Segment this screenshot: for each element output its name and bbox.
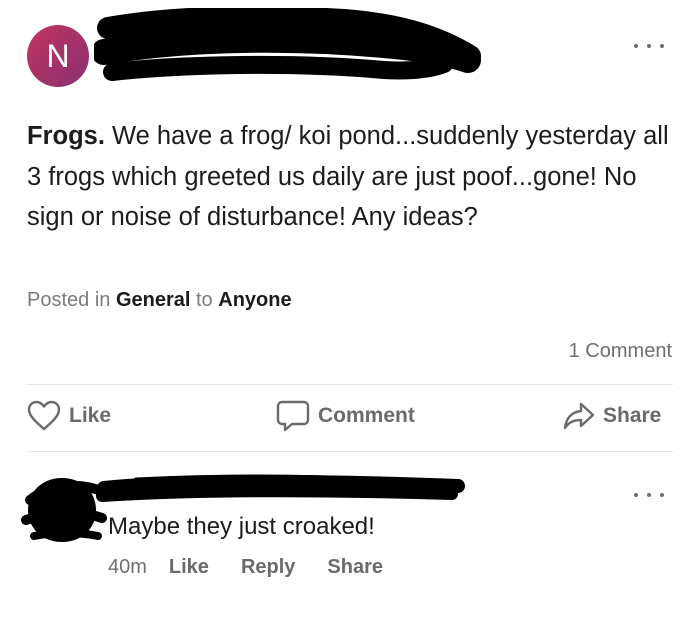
commenter-name-redaction [96, 474, 465, 502]
posted-in-prefix: Posted in [27, 289, 111, 311]
post-category-link[interactable]: General [116, 289, 190, 311]
comment-timestamp: 40m [108, 556, 147, 578]
action-bar-divider-bottom [27, 451, 673, 452]
post-more-options-icon[interactable] [634, 36, 664, 56]
author-avatar[interactable]: N [27, 25, 89, 87]
heart-outline-icon [27, 400, 61, 431]
comment-button-label: Comment [318, 404, 415, 427]
comment-text: Maybe they just croaked! [108, 513, 375, 540]
post-title: Frogs. [27, 122, 105, 150]
like-button-label: Like [69, 404, 112, 427]
share-arrow-icon [563, 402, 595, 430]
share-button[interactable]: Share [563, 396, 661, 436]
author-name-redaction [94, 8, 481, 81]
avatar-initial: N [46, 38, 70, 74]
posted-to-word: to [196, 289, 213, 311]
comment-share-button[interactable]: Share [327, 556, 383, 579]
post-audience-link[interactable]: Anyone [218, 289, 291, 311]
speech-bubble-icon [276, 400, 310, 432]
comment-like-button[interactable]: Like [169, 556, 209, 579]
comment-button[interactable]: Comment [276, 396, 415, 436]
post-body: Frogs. We have a frog/ koi pond...sudden… [27, 116, 672, 238]
like-button[interactable]: Like [27, 396, 111, 436]
comment-meta: 40m Like Reply Share [108, 556, 415, 579]
comment-more-options-icon[interactable] [634, 485, 664, 505]
action-bar-divider-top [27, 384, 673, 385]
share-button-label: Share [603, 404, 662, 427]
commenter-avatar-redaction [21, 478, 109, 542]
comment-reply-button[interactable]: Reply [241, 556, 295, 579]
post-text: We have a frog/ koi pond...suddenly yest… [27, 122, 669, 231]
posted-in-line: Posted in General to Anyone [27, 289, 292, 312]
comment-count-link[interactable]: 1 Comment [569, 340, 672, 363]
